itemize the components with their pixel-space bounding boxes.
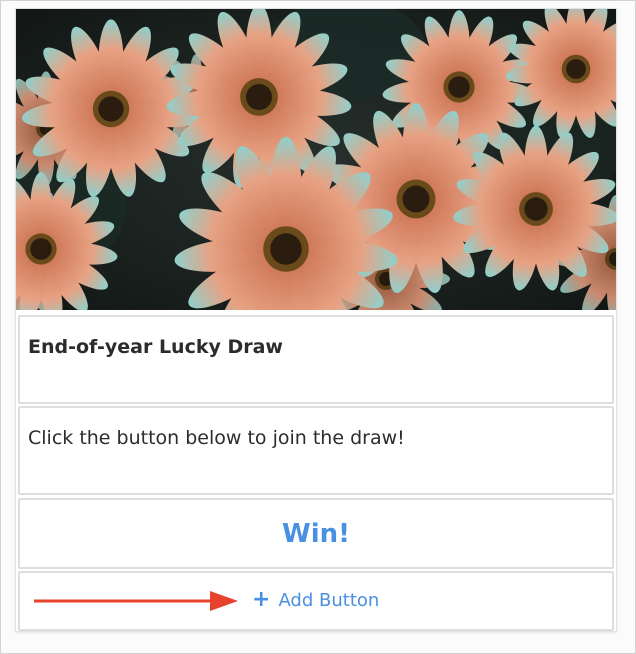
annotation-arrow-icon <box>34 591 238 611</box>
card-title: End-of-year Lucky Draw <box>28 336 283 358</box>
flower-photo-icon <box>16 9 616 310</box>
win-button-block[interactable]: Win! <box>18 498 614 569</box>
plus-icon: + <box>252 587 271 612</box>
card-description: Click the button below to join the draw! <box>28 427 405 449</box>
lucky-draw-card: End-of-year Lucky Draw Click the button … <box>15 8 617 632</box>
title-block[interactable]: End-of-year Lucky Draw <box>18 315 614 404</box>
add-button-label: Add Button <box>278 589 380 611</box>
description-block[interactable]: Click the button below to join the draw! <box>18 406 614 495</box>
add-button[interactable]: + Add Button <box>252 589 379 611</box>
hero-image <box>16 9 616 310</box>
win-button[interactable]: Win! <box>20 500 612 567</box>
